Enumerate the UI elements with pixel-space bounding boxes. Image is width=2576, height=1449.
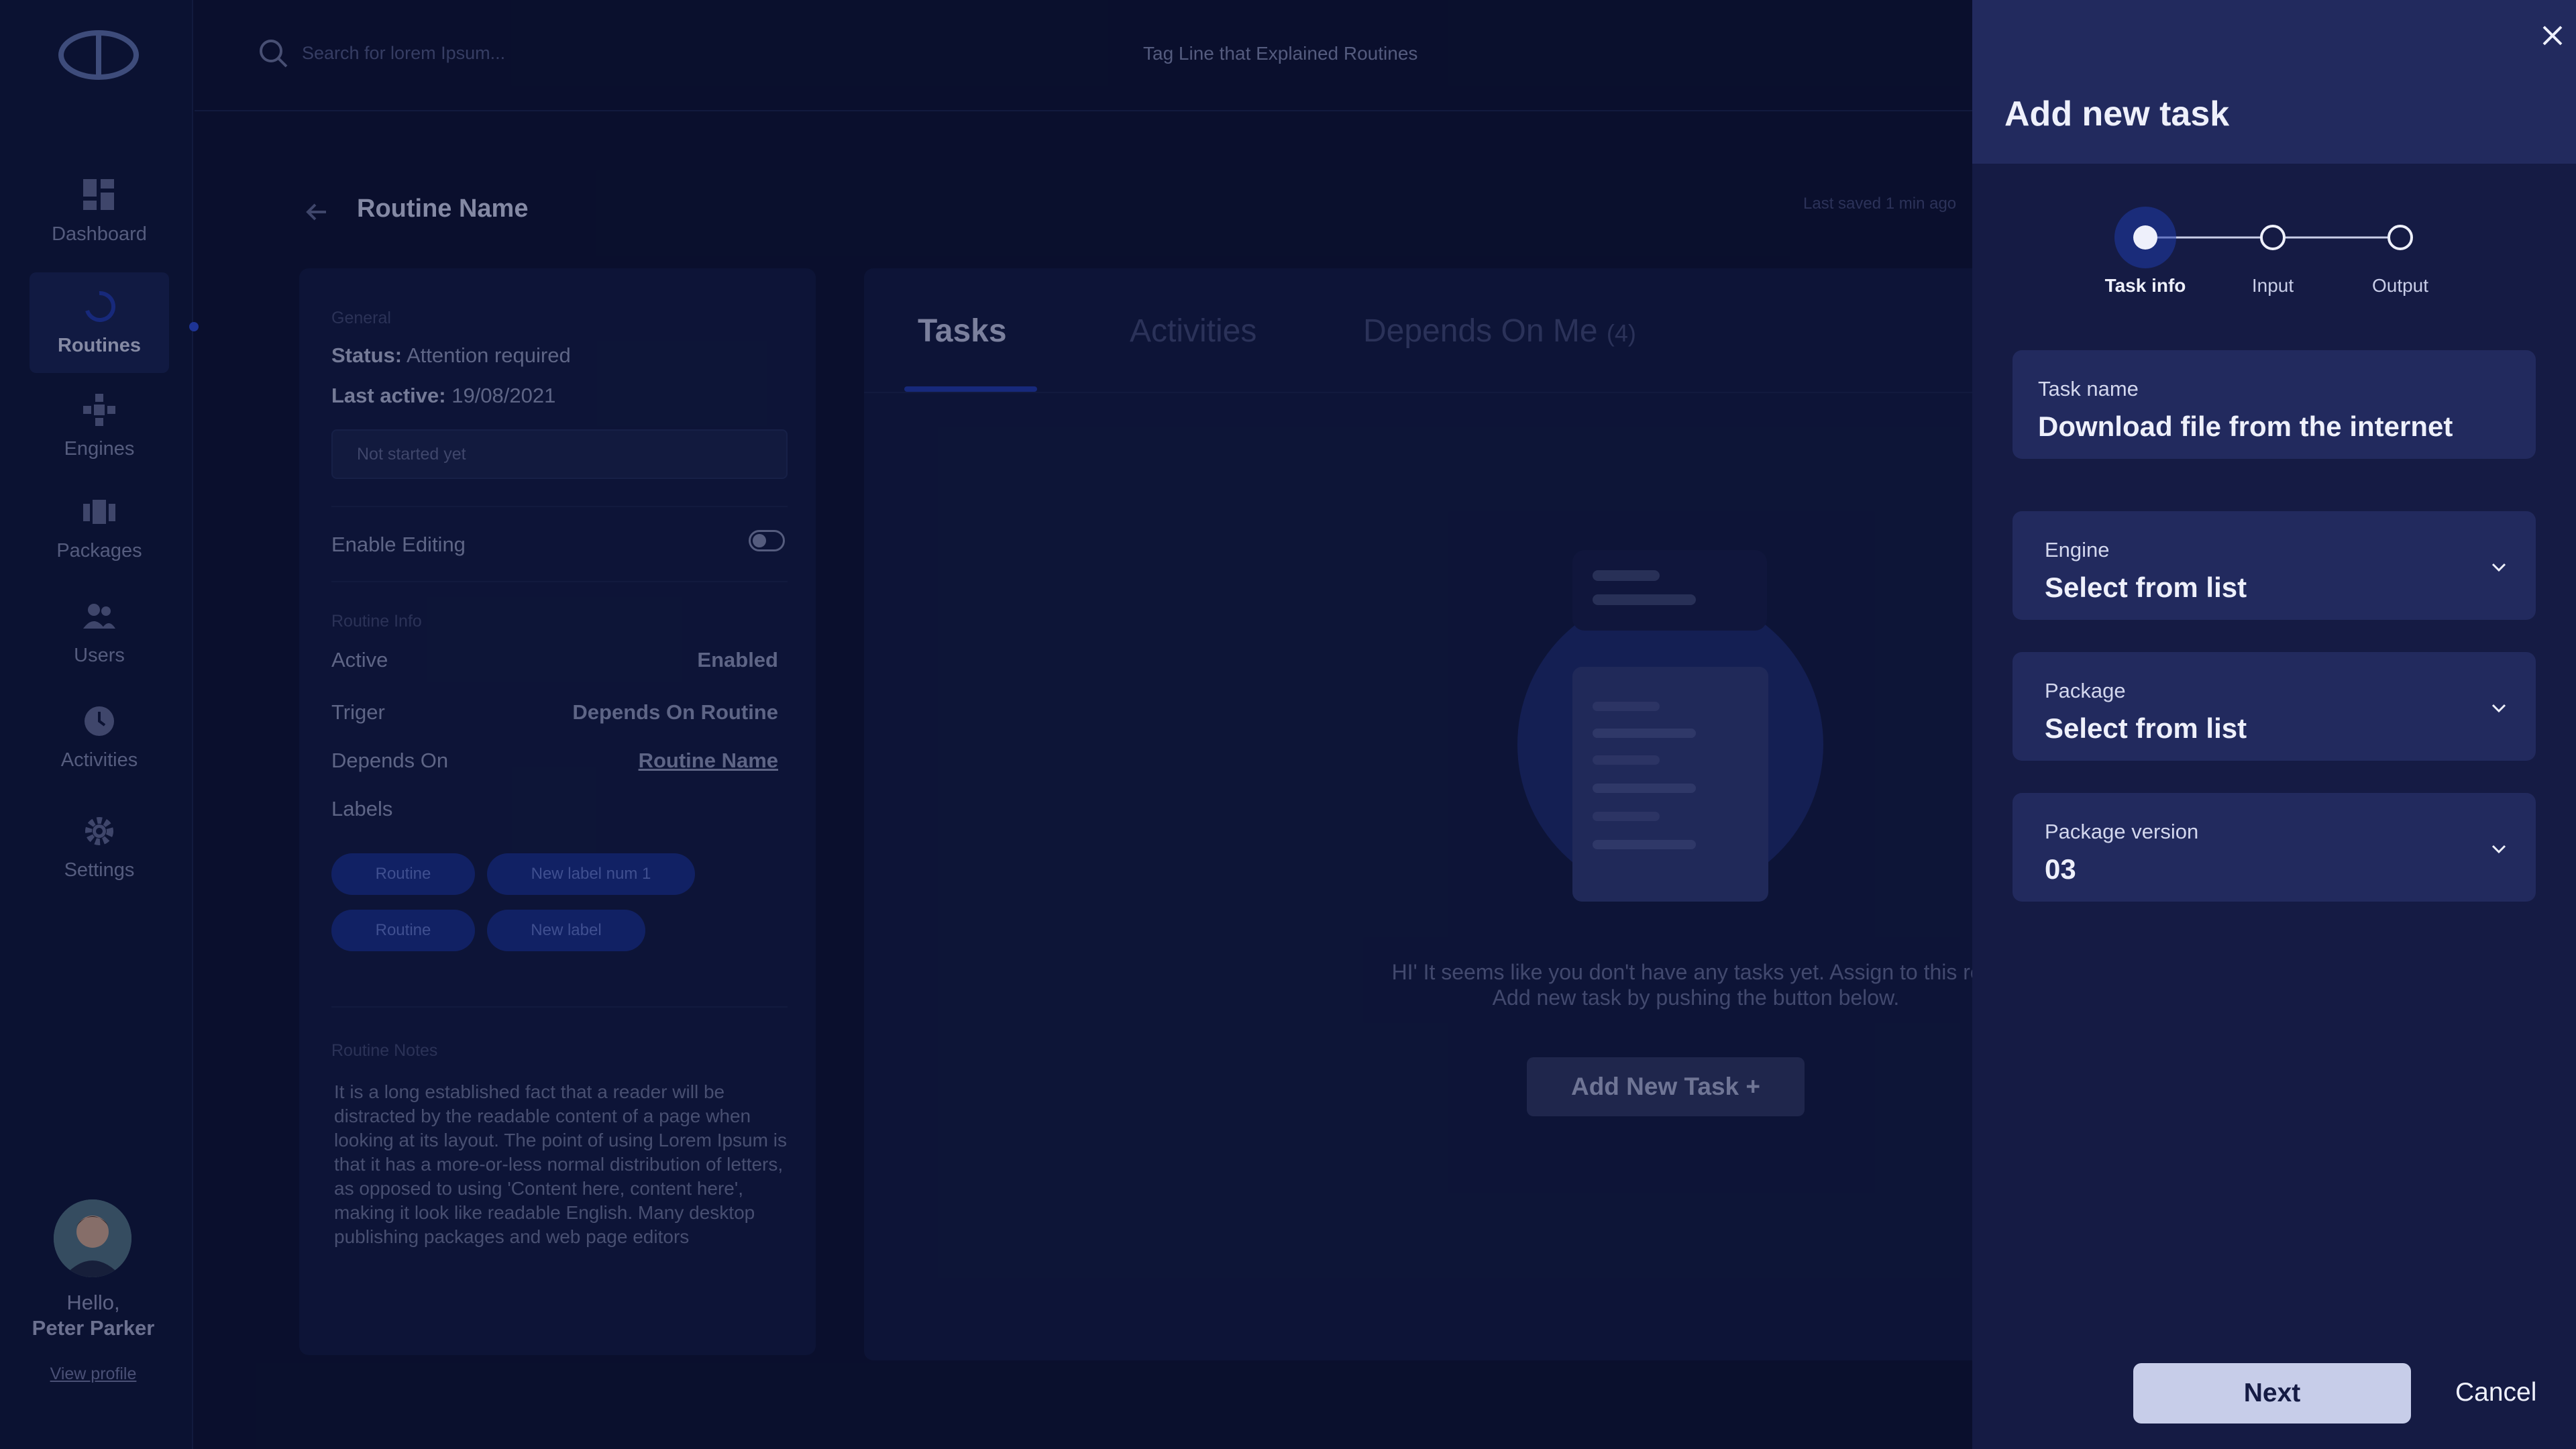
step-1-dot: [2133, 225, 2157, 250]
step-output[interactable]: Output: [2333, 275, 2467, 297]
add-task-panel: Add new task Task info Input Output Task…: [1972, 0, 2576, 1449]
chevron-down-icon: [2491, 845, 2506, 854]
modal-backdrop[interactable]: [0, 0, 1972, 1449]
step-2-dot: [2260, 225, 2286, 250]
engine-label: Engine: [2045, 538, 2110, 561]
step-task-info[interactable]: Task info: [2078, 275, 2212, 297]
step-input[interactable]: Input: [2206, 275, 2340, 297]
package-value: Select from list: [2045, 712, 2247, 744]
engine-select[interactable]: Engine Select from list: [2012, 511, 2536, 620]
package-version-value: 03: [2045, 853, 2076, 885]
task-name-label: Task name: [2038, 377, 2139, 400]
package-select[interactable]: Package Select from list: [2012, 652, 2536, 761]
close-icon[interactable]: [2537, 20, 2568, 51]
step-3-dot: [2387, 225, 2413, 250]
task-name-input[interactable]: [2038, 409, 2508, 444]
panel-header: Add new task: [1972, 0, 2576, 164]
chevron-down-icon: [2491, 563, 2506, 572]
engine-value: Select from list: [2045, 572, 2247, 603]
cancel-button[interactable]: Cancel: [2455, 1378, 2536, 1407]
stepper: Task info Input Output: [1972, 195, 2576, 315]
package-version-label: Package version: [2045, 820, 2199, 843]
stepper-track: [2114, 207, 2413, 268]
app-root: Dashboard Routines Engines Packages User…: [0, 0, 2576, 1449]
task-name-field[interactable]: Task name: [2012, 350, 2536, 459]
panel-title: Add new task: [2004, 95, 2230, 133]
chevron-down-icon: [2491, 704, 2506, 713]
next-button[interactable]: Next: [2133, 1363, 2411, 1424]
package-label: Package: [2045, 679, 2126, 702]
package-version-select[interactable]: Package version 03: [2012, 793, 2536, 902]
